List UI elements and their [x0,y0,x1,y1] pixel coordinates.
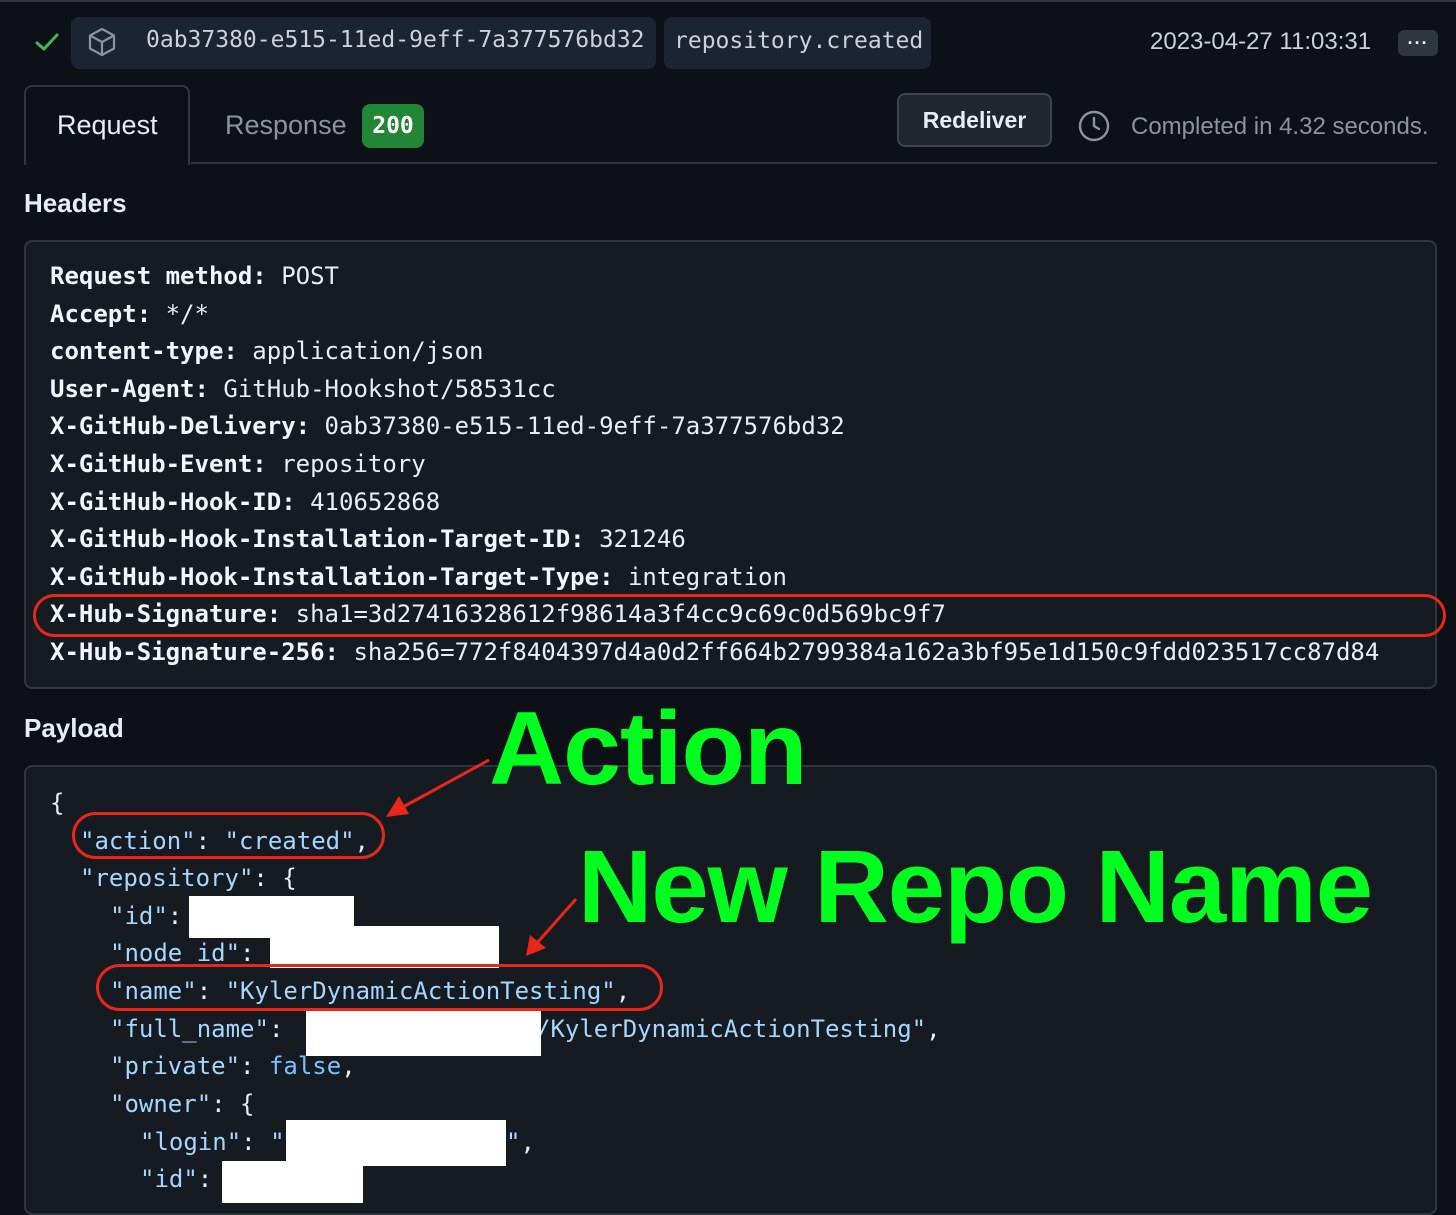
redacted-full-name [306,1011,541,1056]
owner-id-key: "id" [140,1165,198,1193]
status-badge: 200 [362,104,424,148]
payload-full-name-tail: /KylerDynamicActionTesting", [536,1015,941,1043]
redacted-login [286,1120,506,1166]
header-value: GitHub-Hookshot/58531cc [223,374,556,403]
header-row: X-GitHub-Hook-ID: 410652868 [50,488,440,516]
header-key: Request method: [50,262,267,290]
owner-key: "owner" [110,1090,212,1118]
header-key: X-GitHub-Hook-Installation-Target-ID: [50,525,585,554]
header-value: 410652868 [310,487,441,516]
header-value: sha256=772f8404397d4a0d2ff664b2799384a16… [353,638,1380,666]
payload-open-brace: { [50,789,65,817]
header-row: X-GitHub-Delivery: 0ab37380-e515-11ed-9e… [50,412,845,440]
header-row: Accept: */* [50,300,209,328]
header-value: */* [165,299,209,328]
redacted-owner-id [222,1161,363,1203]
tab-request-label[interactable]: Request [57,110,158,141]
delivery-id: 0ab37380-e515-11ed-9eff-7a377576bd32 [146,27,645,53]
repository-key: "repository" [80,864,254,892]
full-name-value-tail: /KylerDynamicActionTesting" [536,1015,927,1043]
login-value-start: " [270,1128,285,1156]
clock-icon [1078,110,1110,142]
header-key: Accept: [50,299,152,328]
signature-highlight [33,594,1446,637]
payload-full-name-line: "full_name": [110,1015,284,1043]
headers-title: Headers [24,188,127,218]
package-icon [88,27,116,57]
completed-text: Completed in 4.32 seconds. [1131,113,1429,140]
tabs-divider [191,162,1437,164]
header-key: X-Hub-Signature-256: [50,638,339,666]
tab-response-label[interactable]: Response [225,110,347,141]
more-options-button[interactable]: ··· [1398,30,1438,56]
header-value: application/json [252,337,484,366]
payload-login-line: "login": " [140,1128,285,1156]
header-row: X-Hub-Signature-256: sha256=772f8404397d… [50,638,1379,666]
payload-id-line: "id": [110,902,183,930]
payload-login-tail: ", [506,1128,535,1156]
payload-title: Payload [24,713,124,743]
payload-owner-id-line: "id": [140,1165,213,1193]
header-key: content-type: [50,337,238,366]
header-row: Request method: POST [50,262,339,290]
payload-repository-line: "repository": { [80,864,297,892]
header-key: X-GitHub-Event: [50,450,267,478]
header-key: X-GitHub-Hook-ID: [50,487,296,516]
login-value-end: " [506,1128,521,1156]
check-icon [35,33,59,51]
id-key: "id" [110,902,168,930]
header-key: X-GitHub-Delivery: [50,412,311,441]
payload-private-line: "private": false, [110,1052,356,1080]
repo-name-annotation: New Repo Name [578,829,1373,944]
header-row: X-GitHub-Event: repository [50,450,426,478]
header-row: X-GitHub-Hook-Installation-Target-Type: … [50,563,787,591]
header-key: User-Agent: [50,374,209,403]
header-value: repository [281,450,426,478]
header-row: User-Agent: GitHub-Hookshot/58531cc [50,375,556,403]
header-value: 321246 [599,525,686,554]
node-id-key: "node_id" [110,939,241,967]
action-annotation: Action [489,691,808,807]
login-key: "login" [140,1128,242,1156]
header-value: POST [281,262,339,290]
name-highlight [96,964,663,1011]
header-value: integration [627,562,787,591]
private-value: false [268,1052,342,1080]
payload-node-id-line: "node_id": [110,939,255,967]
redacted-node-id [270,926,499,968]
header-row: X-GitHub-Hook-Installation-Target-ID: 32… [50,525,686,553]
redeliver-button[interactable]: Redeliver [897,93,1052,147]
full-name-key: "full_name" [110,1015,269,1043]
payload-owner-line: "owner": { [110,1090,255,1118]
private-key: "private" [110,1052,241,1080]
header-key: X-GitHub-Hook-Installation-Target-Type: [50,562,614,591]
top-divider [0,0,1456,2]
delivery-timestamp: 2023-04-27 11:03:31 [1150,28,1372,55]
header-value: 0ab37380-e515-11ed-9eff-7a377576bd32 [324,412,845,441]
header-row: content-type: application/json [50,337,483,365]
event-name: repository.created [674,28,924,54]
action-highlight [72,812,385,859]
